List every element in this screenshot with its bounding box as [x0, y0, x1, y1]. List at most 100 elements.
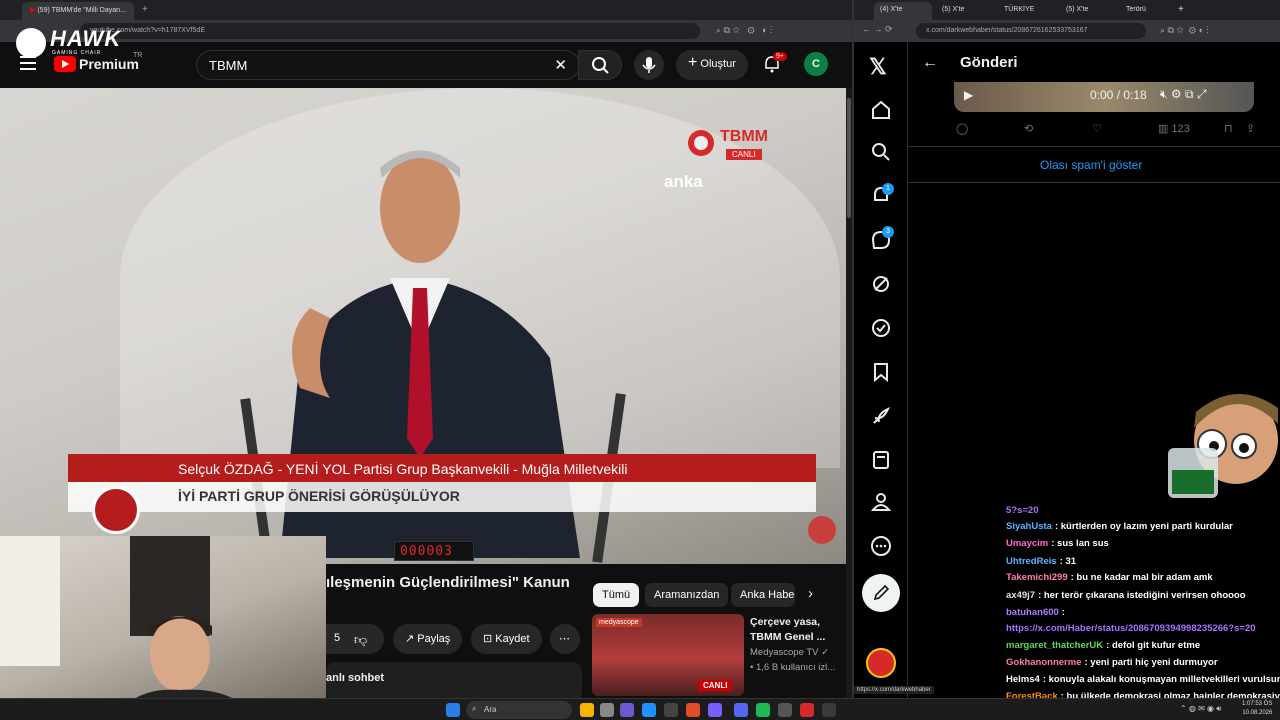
right-nav-buttons[interactable]: ← → ⟳ [862, 24, 893, 35]
scrollbar-thumb[interactable] [847, 98, 851, 218]
file-explorer-icon[interactable] [600, 703, 614, 717]
verified-badge-icon[interactable] [869, 316, 893, 340]
app-icon[interactable] [686, 703, 700, 717]
right-tab-2[interactable]: (5) X'te [936, 2, 994, 20]
account-avatar[interactable]: C [804, 52, 828, 76]
live-badge: CANLI [698, 680, 733, 691]
share-post-icon[interactable]: ⇪ [1246, 122, 1255, 135]
system-tray-icons[interactable]: ⌃ ◍ ✉ ◉ 🔊︎ [1180, 704, 1221, 714]
taskbar-search-box[interactable]: ⌕ Ara [466, 701, 572, 719]
chat-text: https://x.com/Haber/status/2086709394998… [1006, 623, 1256, 634]
app-icon[interactable] [778, 703, 792, 717]
back-arrow-icon[interactable]: ← [922, 54, 938, 72]
url-field[interactable]: youtube.com/watch?v=h1787XVf5dE [80, 23, 700, 39]
x-logo-icon[interactable]: 𝕏 [869, 54, 893, 79]
taskbar-search-placeholder: Ara [484, 705, 497, 714]
reply-icon[interactable]: ◯ [956, 122, 968, 135]
create-label: Oluştur [700, 58, 736, 70]
save-button[interactable]: ⊡ Kaydet [471, 624, 542, 654]
browser-toolbar-icons[interactable]: ⌕ ⧉ ☆ ⚙ ◐ ⋮ [716, 25, 772, 36]
app-icon[interactable] [708, 703, 722, 717]
chips-next-icon[interactable]: › [808, 585, 813, 602]
tab-youtube[interactable]: ▶ (59) TBMM'de "Milli Dayan... [22, 2, 134, 20]
clear-search-icon[interactable]: ✕ [554, 56, 567, 74]
notifications-button[interactable]: 9+ [762, 52, 787, 74]
explore-search-icon[interactable] [869, 140, 893, 164]
chat-username[interactable]: margaret_thatcherUK [1006, 640, 1103, 651]
recommendation-title-line1[interactable]: Çerçeve yasa, [750, 616, 820, 628]
chat-username[interactable]: Umaycim [1006, 538, 1048, 549]
recommendation-title-line2[interactable]: TBMM Genel ... [750, 631, 825, 643]
right-new-tab-button[interactable]: + [1176, 2, 1190, 20]
chip-all[interactable]: Tümü [593, 583, 640, 607]
recommendation-channel: Medyascope TV ✓ [750, 647, 829, 658]
youtube-tab-icon: ▶ [30, 7, 36, 14]
right-tab-title: (5) X'te [1066, 6, 1089, 13]
chrome-app-icon[interactable] [580, 703, 594, 717]
tab-title: (59) TBMM'de "Milli Dayan... [37, 7, 126, 14]
bookmarks-icon[interactable] [869, 360, 893, 384]
app-icon[interactable] [664, 703, 678, 717]
right-tab-1[interactable]: (4) X'te [874, 2, 932, 20]
start-button-icon[interactable] [446, 703, 460, 717]
search-input[interactable]: TBMM ✕ [196, 50, 580, 80]
post-video[interactable]: ▶ 0:00 / 0:18 🔇︎ ⚙ ⧉ ⤢ [954, 82, 1254, 112]
chat-username[interactable]: UhtredReis [1006, 556, 1057, 567]
hawk-brand-text: HAWK [50, 26, 122, 51]
chat-username[interactable]: ax49j7 [1006, 590, 1035, 601]
more-actions-button[interactable]: ⋯ [550, 624, 580, 654]
video-time: 0:00 / 0:18 [1090, 88, 1147, 102]
chat-username[interactable]: Helms4 [1006, 674, 1040, 685]
play-icon[interactable]: ▶ [964, 88, 973, 102]
right-tab-3[interactable]: TÜRKİYE [998, 2, 1056, 20]
taskbar-clock[interactable]: 1:07:53 ÖS 10.08.2026 [1242, 700, 1272, 718]
dislike-button[interactable]: 👎︎ [342, 624, 384, 654]
new-tab-button[interactable]: + [142, 4, 148, 15]
show-spam-link[interactable]: Olası spam'i göster [1040, 158, 1142, 172]
chat-username[interactable]: Takemichi299 [1006, 572, 1068, 583]
youtube-logo-icon[interactable] [54, 56, 76, 72]
chat-username[interactable]: batuhan600 [1006, 607, 1059, 618]
right-tab-4[interactable]: (5) X'te [1060, 2, 1118, 20]
video-controls-icons[interactable]: 🔇︎ ⚙ ⧉ ⤢ [1160, 87, 1207, 102]
app-icon[interactable] [620, 703, 634, 717]
repost-icon[interactable]: ⟲ [1024, 122, 1033, 135]
right-url-field[interactable]: x.com/darkwebhaber/status/20867261625337… [916, 23, 1146, 39]
chat-username[interactable]: SiyahUsta [1006, 521, 1052, 532]
home-icon[interactable] [869, 98, 893, 122]
chip-anka-haber[interactable]: Anka Haber [731, 583, 795, 607]
right-tab-5[interactable]: Terörü [1120, 2, 1174, 20]
articles-icon[interactable] [869, 448, 893, 472]
chat-text: : [1061, 607, 1065, 618]
menu-icon[interactable] [20, 56, 36, 70]
right-toolbar-icons[interactable]: ⌕ ⧉ ☆ ⚙ ◐ ⋮ [1160, 25, 1209, 36]
status-bar-url: https://x.com/darkwebhaber [854, 686, 934, 694]
chat-username[interactable]: Gokhanonnerme [1006, 657, 1082, 668]
compose-post-button[interactable] [862, 574, 900, 612]
more-icon: ⋯ [559, 633, 570, 645]
account-avatar-icon[interactable] [866, 648, 896, 678]
chip-from-search[interactable]: Aramanızdan [645, 583, 729, 607]
app-icon[interactable] [642, 703, 656, 717]
chat-text: : sus lan sus [1051, 538, 1109, 549]
windows-taskbar: ⌕ Ara ⌃ ◍ ✉ ◉ 🔊︎ 1:07:53 ÖS 10.08.2026 [0, 698, 1280, 720]
lower-third-name-bar: Selçuk ÖZDAĞ - YENİ YOL Partisi Grup Baş… [68, 454, 816, 482]
live-chat-panel[interactable]: anlı sohbet [326, 662, 582, 702]
more-circle-icon[interactable] [869, 534, 893, 558]
recommendation-thumbnail[interactable]: medyascope CANLI [592, 614, 744, 696]
share-button[interactable]: ↗ Paylaş [393, 624, 463, 654]
rocket-icon[interactable] [869, 404, 893, 428]
grok-icon[interactable] [869, 272, 893, 296]
broadcaster-name: TBMM [720, 128, 768, 145]
search-button[interactable] [578, 50, 622, 80]
profile-icon[interactable] [869, 490, 893, 514]
voice-search-button[interactable] [634, 50, 664, 80]
like-heart-icon[interactable]: ♡ [1092, 122, 1102, 135]
bookmark-post-icon[interactable]: ⊓ [1224, 122, 1233, 135]
discord-app-icon[interactable] [734, 703, 748, 717]
spotify-app-icon[interactable] [756, 703, 770, 717]
create-button[interactable]: + Oluştur [676, 50, 748, 80]
app-icon[interactable] [822, 703, 836, 717]
plus-icon: + [688, 54, 698, 71]
app-icon[interactable] [800, 703, 814, 717]
